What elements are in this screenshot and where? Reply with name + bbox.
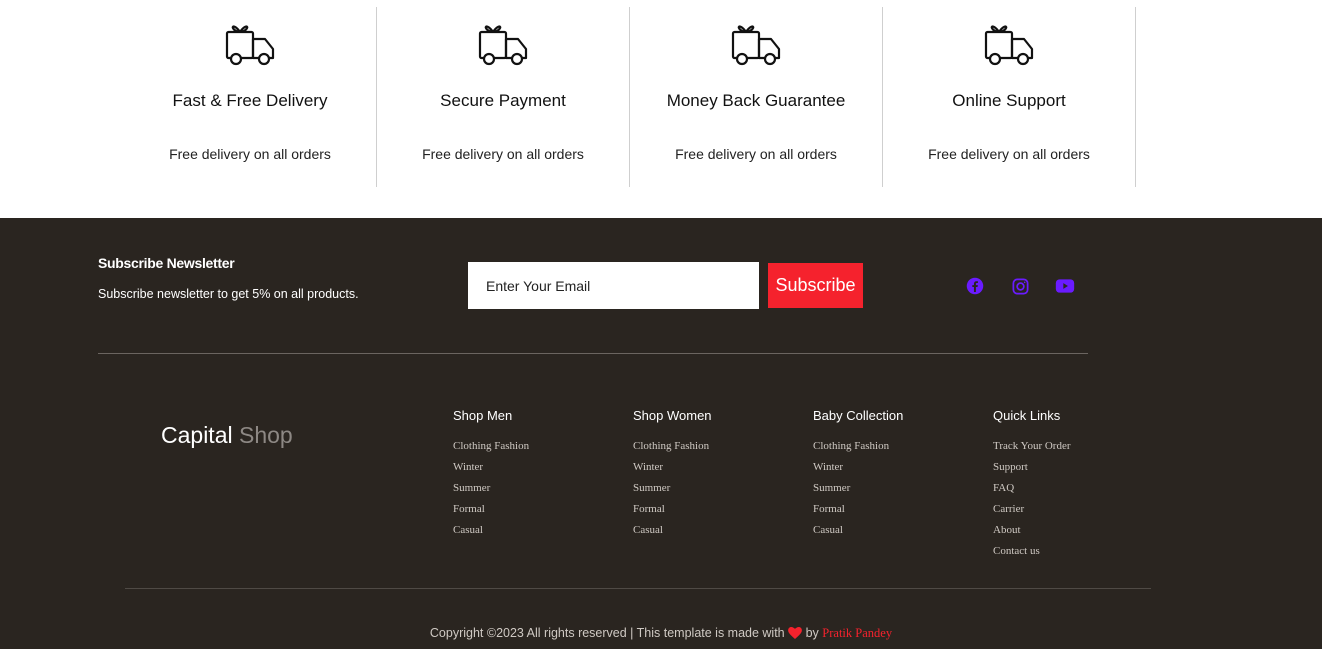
feature-title: Fast & Free Delivery bbox=[172, 91, 328, 110]
feature-money-back: Money Back Guarantee Free delivery on al… bbox=[630, 7, 883, 187]
author-link[interactable]: Pratik Pandey bbox=[822, 626, 892, 640]
footer-column-shop-men: Shop Men Clothing Fashion Winter Summer … bbox=[453, 408, 529, 544]
footer-link[interactable]: Summer bbox=[813, 481, 903, 502]
footer-link[interactable]: Formal bbox=[453, 502, 529, 523]
delivery-truck-icon bbox=[731, 25, 781, 66]
footer-link[interactable]: About bbox=[993, 523, 1071, 544]
feature-title: Secure Payment bbox=[440, 91, 566, 110]
delivery-truck-icon bbox=[478, 25, 528, 66]
newsletter-description: Subscribe newsletter to get 5% on all pr… bbox=[98, 287, 359, 301]
brand-accent: Shop bbox=[239, 422, 293, 448]
footer-link[interactable]: Contact us bbox=[993, 544, 1071, 565]
footer-link[interactable]: Winter bbox=[813, 460, 903, 481]
footer-link[interactable]: Summer bbox=[633, 481, 712, 502]
footer-link[interactable]: Clothing Fashion bbox=[453, 439, 529, 460]
instagram-icon[interactable] bbox=[1010, 276, 1030, 296]
footer-link[interactable]: Summer bbox=[453, 481, 529, 502]
newsletter-title: Subscribe Newsletter bbox=[98, 255, 235, 271]
footer-column-shop-women: Shop Women Clothing Fashion Winter Summe… bbox=[633, 408, 712, 544]
feature-description: Free delivery on all orders bbox=[928, 146, 1090, 162]
footer-link[interactable]: Formal bbox=[633, 502, 712, 523]
footer-link[interactable]: Formal bbox=[813, 502, 903, 523]
subscribe-button[interactable]: Subscribe bbox=[768, 263, 863, 308]
column-title: Quick Links bbox=[993, 408, 1061, 423]
delivery-truck-icon bbox=[984, 25, 1034, 66]
footer-column-quick-links: Quick Links Track Your Order Support FAQ… bbox=[993, 408, 1071, 565]
feature-description: Free delivery on all orders bbox=[422, 146, 584, 162]
footer: Subscribe Newsletter Subscribe newslette… bbox=[0, 218, 1322, 649]
footer-link[interactable]: Casual bbox=[813, 523, 903, 544]
footer-link[interactable]: Support bbox=[993, 460, 1071, 481]
feature-description: Free delivery on all orders bbox=[169, 146, 331, 162]
copyright-text: Copyright ©2023 All rights reserved | Th… bbox=[429, 626, 785, 640]
footer-link[interactable]: Carrier bbox=[993, 502, 1071, 523]
copyright: Copyright ©2023 All rights reserved | Th… bbox=[0, 626, 1322, 641]
column-title: Shop Men bbox=[453, 408, 513, 423]
feature-online-support: Online Support Free delivery on all orde… bbox=[883, 7, 1136, 187]
feature-fast-delivery: Fast & Free Delivery Free delivery on al… bbox=[124, 7, 377, 187]
footer-link[interactable]: Clothing Fashion bbox=[633, 439, 712, 460]
delivery-truck-icon bbox=[225, 25, 275, 66]
footer-link[interactable]: Casual bbox=[453, 523, 529, 544]
footer-divider bbox=[98, 353, 1088, 354]
footer-divider-bottom bbox=[125, 588, 1151, 589]
column-title: Baby Collection bbox=[813, 408, 904, 423]
copyright-by: by bbox=[805, 626, 819, 640]
heart-icon bbox=[788, 627, 802, 639]
footer-link[interactable]: Track Your Order bbox=[993, 439, 1071, 460]
footer-link[interactable]: FAQ bbox=[993, 481, 1071, 502]
column-title: Shop Women bbox=[633, 408, 712, 423]
footer-link[interactable]: Winter bbox=[453, 460, 529, 481]
feature-title: Money Back Guarantee bbox=[666, 91, 846, 110]
youtube-icon[interactable] bbox=[1055, 276, 1075, 296]
feature-title: Online Support bbox=[952, 91, 1066, 110]
facebook-icon[interactable] bbox=[965, 276, 985, 296]
footer-link[interactable]: Casual bbox=[633, 523, 712, 544]
footer-link[interactable]: Clothing Fashion bbox=[813, 439, 903, 460]
feature-description: Free delivery on all orders bbox=[675, 146, 837, 162]
brand-name: Capital bbox=[161, 422, 233, 448]
features-strip: Fast & Free Delivery Free delivery on al… bbox=[124, 7, 1137, 187]
email-input[interactable] bbox=[468, 262, 759, 309]
brand-logo[interactable]: Capital Shop bbox=[161, 422, 293, 449]
footer-column-baby-collection: Baby Collection Clothing Fashion Winter … bbox=[813, 408, 903, 544]
footer-link[interactable]: Winter bbox=[633, 460, 712, 481]
feature-secure-payment: Secure Payment Free delivery on all orde… bbox=[377, 7, 630, 187]
